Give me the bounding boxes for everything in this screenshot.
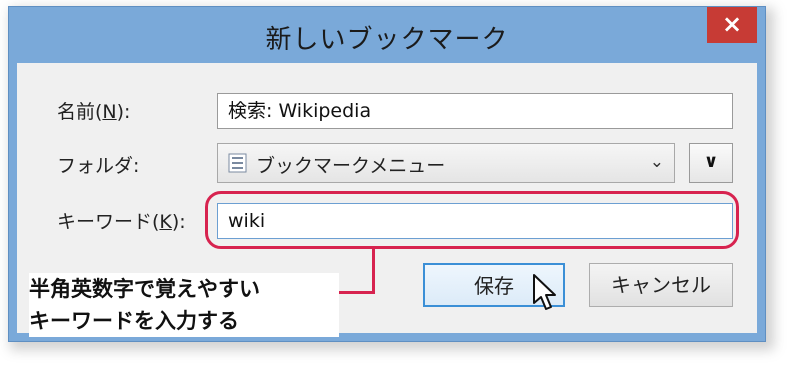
chevron-down-icon: ∨: [703, 151, 719, 172]
dialog-body: 名前(N): 検索: Wikipedia フォルダ: ブックマークメニュー ⌄ …: [17, 63, 757, 337]
annotation-callout: 半角英数字で覚えやすい キーワードを入力する: [29, 273, 339, 337]
expand-folders-button[interactable]: ∨: [689, 143, 733, 183]
folder-label: フォルダ:: [57, 155, 140, 177]
keyword-accesskey: K: [159, 211, 172, 233]
name-input[interactable]: 検索: Wikipedia: [217, 93, 733, 129]
annotation-line-1: 半角英数字で覚えやすい: [29, 277, 260, 301]
keyword-label-suffix: ):: [171, 211, 186, 233]
dialog-title: 新しいブックマーク: [265, 25, 509, 55]
title-bar[interactable]: 新しいブックマーク ×: [9, 7, 765, 63]
chevron-down-icon: ⌄: [649, 152, 664, 172]
name-accesskey: N: [102, 101, 117, 123]
annotation-line-2: キーワードを入力する: [29, 309, 239, 333]
name-label-suffix: ):: [116, 101, 131, 123]
name-label: 名前(N):: [57, 97, 130, 124]
folder-select[interactable]: ブックマークメニュー ⌄: [217, 143, 675, 183]
keyword-label-text: キーワード(: [57, 211, 160, 233]
name-label-text: 名前(: [57, 101, 103, 123]
bookmark-dialog: 新しいブックマーク × 名前(N): 検索: Wikipedia フォルダ: ブ…: [8, 6, 766, 342]
keyword-highlight-outline: [205, 191, 739, 249]
close-button[interactable]: ×: [707, 7, 757, 43]
close-icon: ×: [721, 10, 743, 38]
keyword-label: キーワード(K):: [57, 207, 186, 234]
bookmark-menu-icon: [228, 153, 247, 173]
cancel-button[interactable]: キャンセル: [589, 263, 733, 307]
annotation-connector: [372, 249, 375, 294]
folder-value: ブックマークメニュー: [256, 155, 446, 177]
mouse-pointer-icon: [533, 274, 556, 310]
